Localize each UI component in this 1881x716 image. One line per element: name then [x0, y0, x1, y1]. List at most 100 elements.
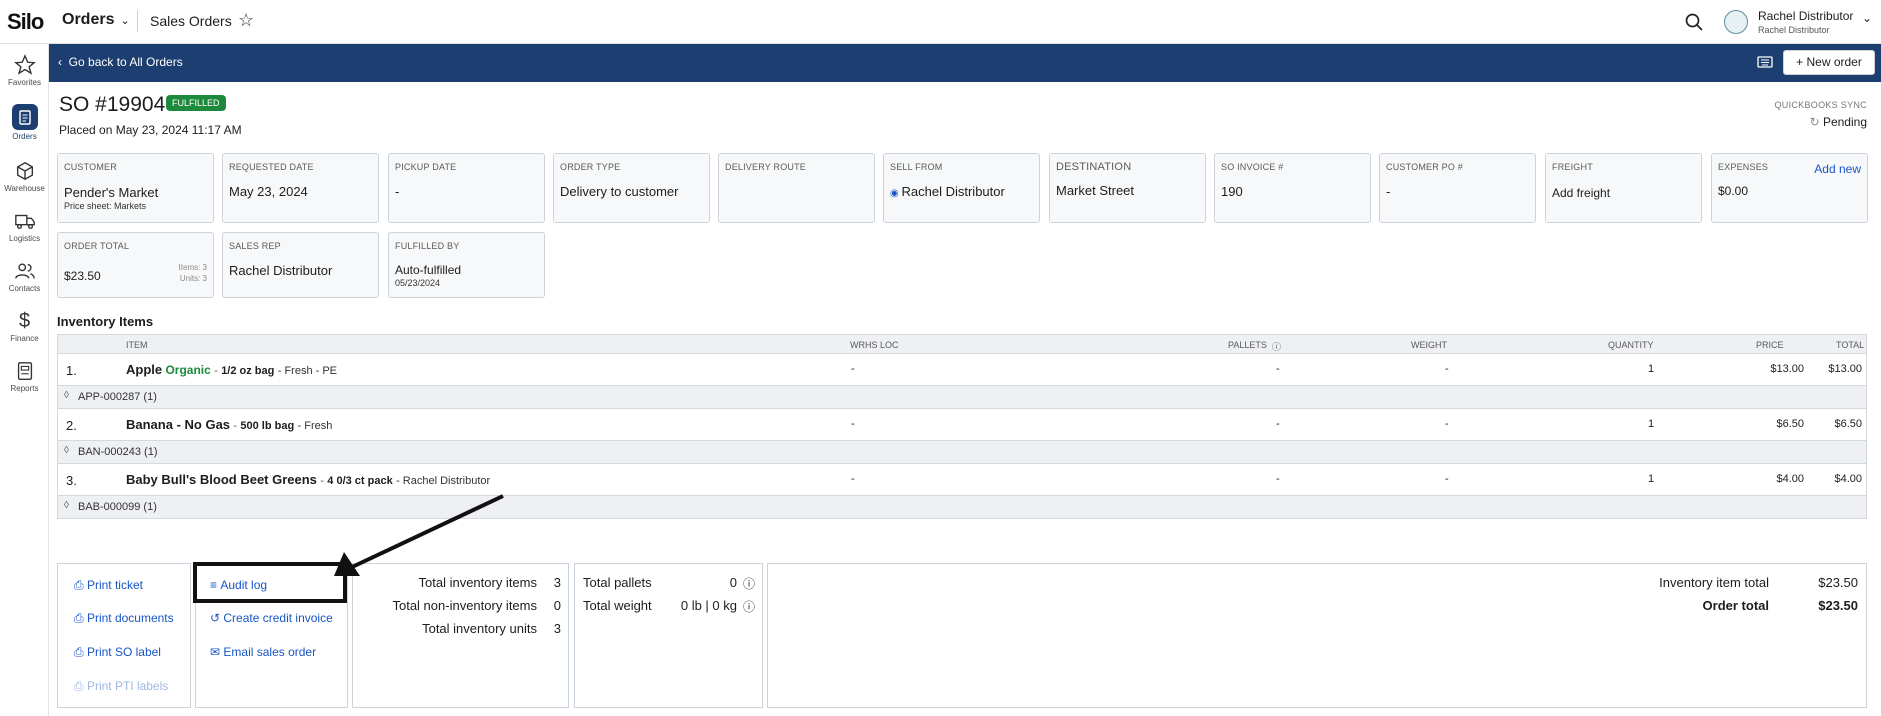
- info-icon[interactable]: ⓘ: [743, 598, 755, 615]
- row-number: 3.: [66, 473, 77, 488]
- invoice-number: 190: [1221, 184, 1243, 199]
- printer-icon: ⎙: [74, 578, 87, 592]
- sidebar-item-label: Favorites: [8, 78, 41, 87]
- quantity: 1: [1648, 363, 1655, 375]
- sidebar-item-contacts[interactable]: Contacts: [0, 260, 49, 293]
- item-cell: Baby Bull's Blood Beet Greens - 4 0/3 ct…: [126, 472, 491, 487]
- table-row[interactable]: 1. Apple Organic - 1/2 oz bag - Fresh - …: [57, 354, 1867, 386]
- total-inventory-items: 3: [553, 575, 561, 590]
- destination: Market Street: [1056, 183, 1135, 198]
- col-pallets: PALLETS: [1228, 340, 1267, 350]
- table-row[interactable]: 2. Banana - No Gas - 500 lb bag - Fresh …: [57, 409, 1867, 441]
- email-sales-order-link[interactable]: ✉ Email sales order: [210, 645, 316, 659]
- avatar[interactable]: [1724, 10, 1748, 34]
- lot-row[interactable]: ◊ APP-000287 (1): [57, 386, 1867, 409]
- favorite-star-icon[interactable]: ☆: [238, 10, 254, 31]
- pickup-date-card[interactable]: PICKUP DATE -: [388, 153, 545, 223]
- inventory-item-total-label: Inventory item total: [1659, 575, 1769, 590]
- requested-date-card[interactable]: REQUESTED DATE May 23, 2024: [222, 153, 379, 223]
- sidebar-item-orders[interactable]: Orders: [0, 104, 49, 141]
- total-pallets-label: Total pallets: [583, 575, 652, 590]
- card-label: CUSTOMER: [64, 162, 117, 172]
- user-chevron-down-icon[interactable]: ⌄: [1862, 11, 1872, 25]
- quickbooks-sync-status: ↻ Pending: [1740, 115, 1867, 129]
- orders-menu[interactable]: Orders ⌄: [62, 11, 130, 29]
- logo[interactable]: Silo: [7, 9, 44, 35]
- line-total: $6.50: [1834, 418, 1862, 430]
- print-so-label-link[interactable]: ⎙ Print SO label: [74, 645, 161, 660]
- order-type-card[interactable]: ORDER TYPE Delivery to customer: [553, 153, 710, 223]
- keyboard-icon[interactable]: [1757, 55, 1773, 72]
- sidebar-item-logistics[interactable]: Logistics: [0, 210, 49, 243]
- delivery-route-card[interactable]: DELIVERY ROUTE: [718, 153, 875, 223]
- divider: [137, 10, 138, 32]
- user-name[interactable]: Rachel Distributor: [1758, 9, 1853, 23]
- envelope-icon: ✉: [210, 645, 224, 659]
- info-icon[interactable]: ⓘ: [743, 575, 755, 592]
- card-label: ORDER TOTAL: [64, 241, 130, 251]
- top-bar: Silo Orders ⌄ Sales Orders ☆ Rachel Distr…: [0, 0, 1881, 44]
- new-order-button[interactable]: + New order: [1783, 50, 1875, 75]
- search-icon[interactable]: [1684, 12, 1704, 35]
- dollar-icon: $: [18, 310, 31, 332]
- sidebar-item-reports[interactable]: Reports: [0, 360, 49, 393]
- invoice-card[interactable]: SO INVOICE # 190: [1214, 153, 1371, 223]
- col-quantity: QUANTITY: [1608, 340, 1654, 350]
- quantity: 1: [1648, 473, 1655, 485]
- sync-icon: ↻: [1809, 115, 1823, 129]
- destination-card[interactable]: DESTINATION Market Street: [1049, 153, 1206, 223]
- card-label: SALES REP: [229, 241, 281, 251]
- lot-number: APP-000287 (1): [78, 391, 157, 403]
- qb-status-text: Pending: [1822, 115, 1867, 129]
- item-count: Items: 3: [178, 263, 207, 272]
- create-credit-invoice-link[interactable]: ↺ Create credit invoice: [210, 611, 333, 625]
- pickup-date: -: [395, 184, 400, 199]
- wrhs-loc: -: [851, 363, 855, 375]
- pack-size: 1/2 oz bag: [221, 365, 275, 377]
- price-sheet: Price sheet: Markets: [64, 201, 147, 211]
- sell-from-card[interactable]: SELL FROM ◉ Rachel Distributor: [883, 153, 1040, 223]
- item-name: Apple: [126, 362, 163, 377]
- lot-icon: ◊: [64, 500, 69, 511]
- breadcrumb: Sales Orders: [150, 13, 232, 29]
- lot-row[interactable]: ◊ BAN-000243 (1): [57, 441, 1867, 464]
- annotation-arrow: [334, 494, 504, 576]
- print-pti-labels-link[interactable]: ⎙ Print PTI labels: [74, 679, 168, 694]
- order-total-card: ORDER TOTAL $23.50 Items: 3 Units: 3: [57, 232, 214, 298]
- item-meta: - Fresh: [297, 420, 333, 432]
- sidebar-item-favorites[interactable]: Favorites: [0, 54, 49, 87]
- sales-rep-card[interactable]: SALES REP Rachel Distributor: [222, 232, 379, 298]
- orders-menu-label: Orders: [62, 11, 115, 28]
- print-ticket-link[interactable]: ⎙ Print ticket: [74, 578, 143, 593]
- col-wrhs: WRHS LOC: [850, 340, 899, 350]
- item-meta: - Fresh - PE: [277, 365, 338, 377]
- add-freight-link[interactable]: Add freight: [1552, 186, 1610, 200]
- customer-card[interactable]: CUSTOMER Pender's Market Price sheet: Ma…: [57, 153, 214, 223]
- expenses-value: $0.00: [1718, 184, 1749, 198]
- status-badge: FULFILLED: [166, 95, 226, 111]
- sidebar-item-finance[interactable]: $ Finance: [0, 310, 49, 343]
- sidebar-item-warehouse[interactable]: Warehouse: [0, 160, 49, 193]
- info-icon[interactable]: ⓘ: [1272, 340, 1281, 353]
- add-expense-link[interactable]: Add new: [1814, 162, 1861, 176]
- box-icon: [16, 161, 33, 181]
- customer-po-card[interactable]: CUSTOMER PO # -: [1379, 153, 1536, 223]
- item-cell: Banana - No Gas - 500 lb bag - Fresh: [126, 417, 333, 432]
- total-units: 3: [553, 621, 561, 636]
- col-item: ITEM: [126, 340, 148, 350]
- total-non-inventory-label: Total non-inventory items: [392, 598, 537, 613]
- total-weight: 0 lb | 0 kg: [680, 598, 737, 613]
- order-type: Delivery to customer: [560, 184, 679, 199]
- sidebar-item-label: Finance: [10, 334, 39, 343]
- print-so-label-label: Print SO label: [86, 645, 161, 659]
- item-name: Banana - No Gas: [126, 417, 231, 432]
- users-icon: [14, 263, 35, 279]
- row-number: 2.: [66, 418, 77, 433]
- undo-icon: ↺: [210, 611, 224, 625]
- go-back-link[interactable]: ‹ Go back to All Orders: [58, 55, 183, 69]
- pallet-stats-panel: Total pallets 0 ⓘ Total weight 0 lb | 0 …: [574, 563, 763, 708]
- wrhs-loc: -: [851, 473, 855, 485]
- sidebar-item-label: Reports: [10, 384, 39, 393]
- report-icon: [17, 362, 32, 380]
- print-documents-link[interactable]: ⎙ Print documents: [74, 611, 174, 626]
